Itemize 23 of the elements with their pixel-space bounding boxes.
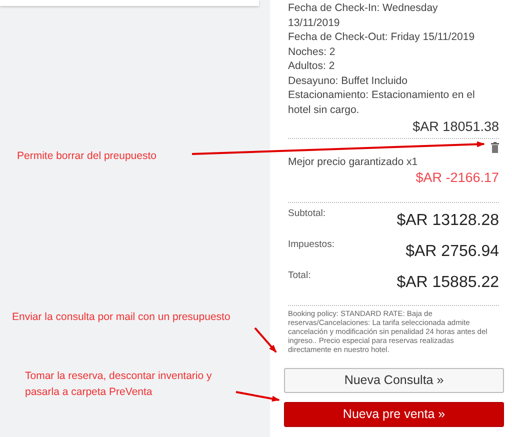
annotation-note: Tomar la reserva, descontar inventario y pasarla a carpeta PreVenta [25,369,213,400]
total-label: Total: [288,270,311,280]
total-value: $AR 15885.22 [396,274,499,292]
total-label: Impuestos: [288,238,334,250]
annotation-note: Enviar la consulta por mail con un presupuesto [12,310,230,325]
annotation-arrow [254,327,277,353]
total-label: Subtotal: [288,208,326,218]
annotation-arrow [236,391,280,402]
total-value: $AR 2756.94 [406,242,499,260]
inquiry-button[interactable]: Nueva Consulta » [284,368,504,392]
total-value: $AR 13128.28 [396,212,499,230]
detail-line: Fecha de Check-Out: Friday 15/11/2019 [288,30,476,44]
detail-line: Fecha de Check-In: Wednesday 13/11/2019 [288,1,439,30]
room-price: $AR 18051.38 [412,119,499,135]
discount-label: Mejor precio garantizado x1 [288,155,419,170]
detail-line: Adultos: 2 [288,59,336,74]
detail-line: Noches: 2 [288,44,336,59]
trash-icon[interactable] [491,142,499,153]
pre-sale-button[interactable]: Nueva pre venta » [284,402,504,426]
detail-line: Desayuno: Buffet Incluido [288,74,408,88]
discount-amount: $AR -2166.17 [414,170,499,186]
detail-line: Estacionamiento: Estacionamiento en el hotel sin cargo. [288,88,476,117]
annotation-note: Permite borrar del preupuesto [17,149,156,164]
